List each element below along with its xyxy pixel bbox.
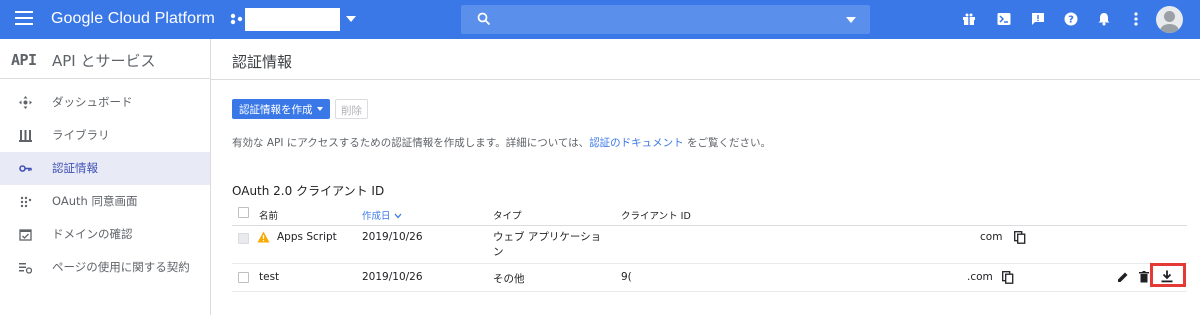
key-icon bbox=[19, 165, 32, 172]
column-header-client-id[interactable]: クライアント ID bbox=[621, 208, 691, 222]
delete-button[interactable]: 削除 bbox=[335, 99, 368, 119]
project-selector[interactable] bbox=[245, 8, 340, 31]
column-header-created[interactable]: 作成日 bbox=[362, 208, 402, 222]
feedback-icon[interactable] bbox=[1030, 11, 1046, 27]
row-type: その他 bbox=[493, 273, 525, 285]
help-icon[interactable]: ? bbox=[1063, 11, 1079, 27]
table-row: test 2019/10/26 その他 9( .com bbox=[232, 264, 1187, 292]
row-checkbox[interactable] bbox=[238, 233, 249, 244]
terminal-icon[interactable] bbox=[996, 11, 1012, 27]
create-credentials-label: 認証情報を作成 bbox=[239, 104, 313, 116]
delete-icon[interactable] bbox=[1139, 271, 1149, 283]
sidebar-item-page-usage-agreements[interactable]: ページの使用に関する契約 bbox=[0, 251, 210, 284]
sidebar-item-oauth-consent[interactable]: OAuth 同意画面 bbox=[0, 185, 210, 218]
description-prefix: 有効な API にアクセスするための認証情報を作成します。詳細については、 bbox=[232, 137, 590, 149]
column-header-type[interactable]: タイプ bbox=[493, 208, 522, 222]
library-icon bbox=[19, 130, 32, 142]
sidebar-item-label: ドメインの確認 bbox=[52, 227, 133, 241]
section-title: OAuth 2.0 クライアント ID bbox=[232, 184, 385, 198]
menu-icon[interactable] bbox=[15, 11, 33, 25]
sidebar-item-label: ダッシュボード bbox=[52, 95, 133, 109]
domain-check-icon bbox=[19, 229, 32, 241]
account-icon[interactable] bbox=[1156, 6, 1183, 33]
row-client-id: .com bbox=[967, 271, 993, 283]
row-client-id-prefix: 9( bbox=[621, 271, 632, 283]
chevron-down-icon bbox=[317, 107, 323, 111]
row-client-id: com bbox=[980, 231, 1003, 243]
sidebar-item-label: 認証情報 bbox=[52, 161, 98, 175]
sidebar-title: API とサービス bbox=[52, 52, 156, 70]
top-bar: Google Cloud Platform ? bbox=[0, 0, 1200, 39]
svg-text:?: ? bbox=[1068, 15, 1074, 26]
sort-down-icon bbox=[394, 213, 402, 219]
dashboard-icon bbox=[19, 96, 32, 109]
gift-icon[interactable] bbox=[961, 11, 977, 27]
warning-icon bbox=[257, 231, 270, 243]
search-dropdown-icon[interactable] bbox=[846, 17, 856, 23]
sidebar-item-label: OAuth 同意画面 bbox=[52, 194, 138, 208]
project-dots-icon[interactable] bbox=[230, 12, 244, 26]
row-created: 2019/10/26 bbox=[362, 231, 423, 243]
edit-icon[interactable] bbox=[1117, 271, 1129, 283]
table-row: Apps Script 2019/10/26 ウェブ アプリケーション com bbox=[232, 226, 1187, 264]
row-name[interactable]: Apps Script bbox=[277, 231, 337, 243]
row-type: ウェブ アプリケーション bbox=[493, 231, 602, 258]
column-header-name[interactable]: 名前 bbox=[259, 208, 278, 222]
settings-list-icon bbox=[19, 263, 32, 274]
oauth-consent-icon bbox=[20, 196, 32, 208]
copy-icon[interactable] bbox=[1002, 271, 1014, 284]
create-credentials-button[interactable]: 認証情報を作成 bbox=[232, 99, 330, 119]
sidebar-item-credentials[interactable]: 認証情報 bbox=[0, 152, 210, 185]
row-created: 2019/10/26 bbox=[362, 271, 423, 283]
page-title: 認証情報 bbox=[232, 53, 293, 71]
more-vert-icon[interactable] bbox=[1128, 11, 1144, 27]
column-header-created-label: 作成日 bbox=[362, 211, 391, 222]
sidebar-item-dashboard[interactable]: ダッシュボード bbox=[0, 86, 210, 119]
row-checkbox[interactable] bbox=[238, 272, 249, 283]
search-icon bbox=[477, 12, 491, 26]
sidebar-header: API API とサービス bbox=[0, 39, 210, 79]
sidebar-item-label: ページの使用に関する契約 bbox=[52, 260, 190, 274]
description: 有効な API にアクセスするための認証情報を作成します。詳細については、認証の… bbox=[232, 135, 771, 150]
sidebar-item-label: ライブラリ bbox=[52, 128, 110, 142]
sidebar-item-domain-verification[interactable]: ドメインの確認 bbox=[0, 218, 210, 251]
sidebar-item-library[interactable]: ライブラリ bbox=[0, 119, 210, 152]
notifications-icon[interactable] bbox=[1096, 11, 1112, 27]
brand-title[interactable]: Google Cloud Platform bbox=[51, 10, 215, 28]
search-bar[interactable] bbox=[461, 5, 870, 34]
table-header: 名前 作成日 タイプ クライアント ID bbox=[232, 200, 1187, 226]
select-all-checkbox[interactable] bbox=[238, 207, 249, 218]
description-suffix: をご覧ください。 bbox=[683, 137, 772, 149]
copy-icon[interactable] bbox=[1014, 231, 1026, 244]
api-logo: API bbox=[11, 51, 37, 69]
download-highlight-box bbox=[1150, 263, 1186, 287]
auth-docs-link[interactable]: 認証のドキュメント bbox=[589, 137, 684, 149]
project-dropdown-icon[interactable] bbox=[346, 16, 356, 22]
sidebar: API API とサービス ダッシュボード ライブラリ 認証情報 OAuth 同… bbox=[0, 39, 211, 315]
row-name[interactable]: test bbox=[259, 271, 279, 283]
divider bbox=[211, 79, 1200, 80]
